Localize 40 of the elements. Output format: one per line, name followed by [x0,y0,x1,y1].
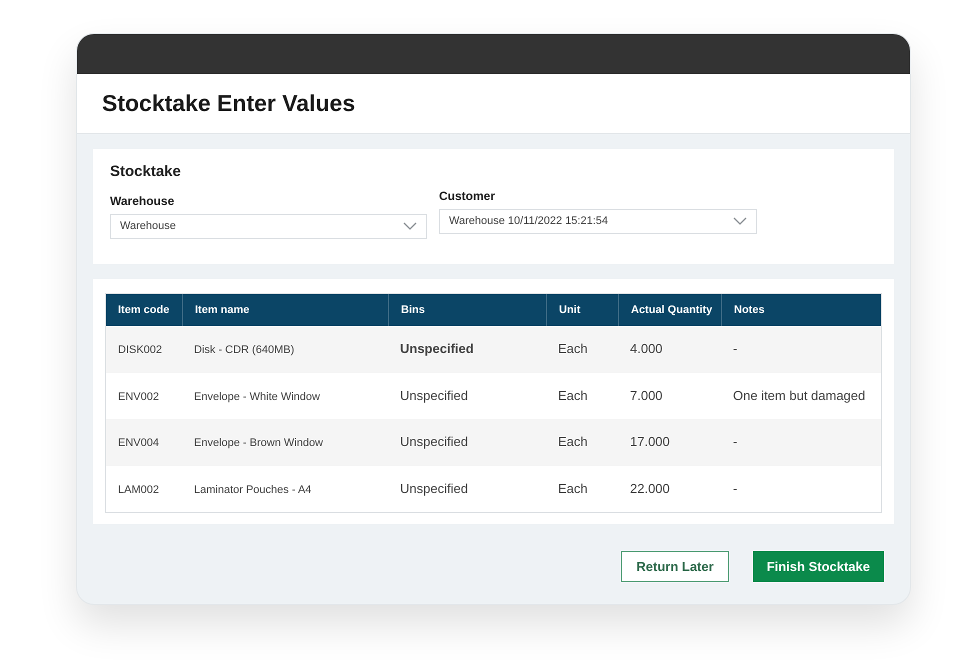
column-header: Bins [401,302,425,318]
table-cell: Disk - CDR (640MB) [194,344,294,356]
table-cell: - [733,341,738,356]
column-header: Item code [118,302,170,318]
return-button[interactable]: Return Later [621,551,729,582]
page-title: Stocktake Enter Values [102,89,356,118]
table-cell: - [733,434,738,450]
table-cell: Envelope - Brown Window [194,437,324,450]
select-field[interactable]: Warehouse 10/11/2022 15:21:54 [439,208,757,234]
table-cell: ENV004 [118,437,159,450]
field-label: Warehouse [110,192,176,210]
table-cell: 7.000 [630,388,663,403]
column-header: Item name [195,302,250,318]
chevron-down-icon [403,222,417,230]
column-header: Actual Quantity [631,302,712,318]
table-cell: DISK002 [118,344,162,356]
table-cell: Each [558,480,588,496]
table-cell: Envelope - White Window [194,390,320,403]
table-cell: Laminator Pouches - A4 [194,484,312,496]
table-cell: Each [558,388,588,403]
table-cell: Unspecified [400,341,474,356]
table-cell: ENV002 [118,390,159,403]
table-cell: Each [558,341,588,356]
select-field[interactable]: Warehouse [110,214,427,238]
section-title: Stocktake [110,162,182,182]
column-header: Notes [734,302,765,318]
table-cell: 17.000 [630,434,670,450]
chevron-down-icon [733,217,747,225]
column-header: Unit [559,302,580,318]
table-cell: LAM002 [118,484,159,496]
finish-button[interactable]: Finish Stocktake [752,551,884,582]
table-cell: 22.000 [630,480,670,496]
field-label: Customer [439,188,496,204]
table-cell: One item but damaged [733,388,866,403]
table-cell: 4.000 [630,341,663,356]
table-cell: Each [558,434,588,450]
table-cell: Unspecified [400,388,468,403]
table-cell: Unspecified [400,434,468,450]
table-cell: Unspecified [400,480,468,496]
table-cell: - [733,480,738,496]
